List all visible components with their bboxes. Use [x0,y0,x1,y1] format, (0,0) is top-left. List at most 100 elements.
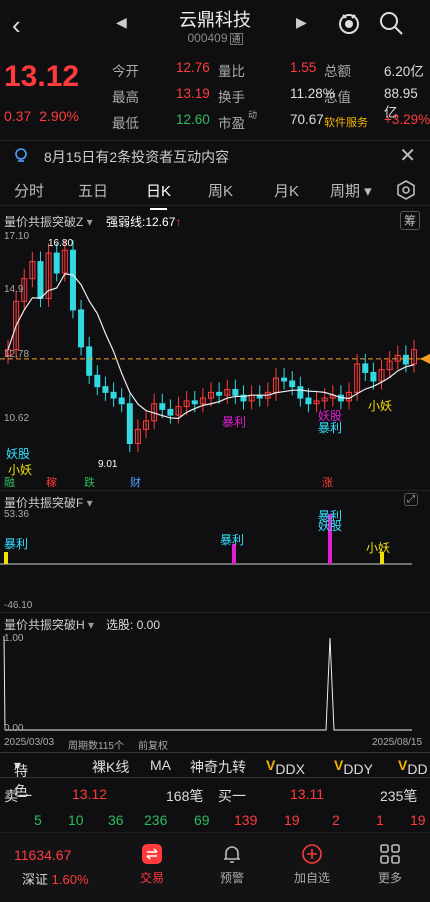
toolbar-ma[interactable]: MA [150,757,171,773]
candle-body [78,309,85,348]
f-indicator-chart: 暴利 暴利妖股暴利小妖 [0,509,412,565]
x-end-date: 2025/08/15 [372,737,423,748]
toolbar-feature[interactable]: 特色 ▾ [14,757,28,799]
y-low-label: 10.62 [4,413,30,424]
candle-body [53,252,60,274]
f-indicator-bar: 量价共振突破F ⤢ [0,490,430,510]
quote-label: 换手 [218,90,245,105]
buy1-price: 13.11 [290,786,324,802]
candle-body [370,371,377,382]
sell1-price: 13.12 [72,786,108,802]
main-indicator-select[interactable]: 量价共振突破Z [4,213,93,230]
candle-body [216,391,223,396]
lightbulb-icon [15,148,27,162]
tab-period[interactable]: 周期 ▾ [330,180,372,201]
trade-icon [142,844,162,864]
tab-fenshi[interactable]: 分时 [14,180,44,201]
queue-buy-1: 19 [284,812,300,828]
toolbar-nine-turn[interactable]: 神奇九转 [190,757,246,777]
quote-label: 市盈 [218,116,245,131]
search-icon[interactable] [378,10,404,36]
candle-body [402,354,409,365]
candle-body [191,400,198,405]
stock-code: 000409 通 [187,31,243,45]
f-signal-label: 暴利 [318,509,342,523]
quote-value: +3.29% [384,112,430,127]
interaction-notice[interactable]: 8月15日有2条投资者互动内容 ✕ [0,140,430,170]
tab-daily-k[interactable]: 日K [146,180,171,210]
quote-panel: 13.12 0.37 2.90% 今开 12.76 量比 1.55 总额 6.20亿 最高 13… [0,54,430,134]
toolbar-naked-k[interactable]: 裸K线 [92,757,129,777]
candle-body [118,397,125,405]
index-name[interactable]: 深证 1.60% [22,869,89,888]
nav-trade[interactable]: 交易 [122,839,182,886]
f-signal-bar [232,544,236,564]
y-mid-label: 14.9 [4,284,24,295]
buy1-vol: 235笔 [380,788,418,804]
queue-sell-2: 36 [108,812,124,828]
stock-title: 云鼎科技 [179,10,251,30]
h-y-bottom: 0.00 [4,723,24,734]
event-tag: 跌 [84,475,95,489]
bell-icon [224,846,240,863]
x-start-date: 2025/03/03 [4,737,55,748]
quote-value: 12.76 [176,60,210,75]
candle-body [69,249,76,311]
candle-body [94,374,101,388]
tong-badge: 通 [229,33,243,45]
tab-weekly-k[interactable]: 周K [208,180,233,201]
index-value[interactable]: 11634.67 [14,847,71,863]
candle-body [305,397,312,405]
quote-label: 最低 [112,116,139,131]
price-change: 0.37 2.90% [4,108,79,124]
pick-value: 选股: 0.00 [106,618,161,632]
nav-alert[interactable]: 预警 [202,839,262,886]
candle-body [167,408,174,416]
period-count: 周期数115个 [68,741,124,752]
nav-add-watchlist[interactable]: 加自选 [282,839,342,886]
tab-five-day[interactable]: 五日 [78,180,108,201]
candlestick-chart[interactable]: 妖股小妖暴利 妖股暴利小妖融稼跌财涨 [0,230,430,490]
queue-sell-3: 236 [144,812,168,828]
quote-label: 最高 [112,90,139,105]
f-signal-label: 暴利 [220,533,244,547]
h-signal-line [3,635,412,731]
f-signal-label: 暴利 [4,537,28,551]
quote-value: 1.55 [290,60,317,75]
settings-hex-icon[interactable] [396,180,416,200]
f-signal-bar [4,552,8,564]
period-tabs: 分时 五日 日K 周K 月K 周期 ▾ [0,172,430,210]
notice-text: 8月15日有2条投资者互动内容 [44,149,230,165]
chips-button[interactable]: 筹 [400,211,421,230]
toolbar-dd[interactable]: V DD [398,757,428,777]
next-stock-triangle-icon[interactable]: ▶ [296,14,307,31]
toolbar-ddx[interactable]: V DDX [266,757,305,777]
low-price-label: 9.01 [98,459,118,470]
f-signal-label: 小妖 [366,541,390,555]
orderbook-queue: 5 10 36 236 69 139 19 2 1 19 [0,812,430,832]
candle-body [289,380,296,388]
h-indicator-chart [3,635,412,731]
candle-body [102,386,109,393]
event-tag: 稼 [46,475,57,489]
queue-sell-1: 10 [68,812,84,828]
tab-monthly-k[interactable]: 月K [274,180,299,201]
signal-label: 小妖 [368,399,392,413]
high-price-label: 16.80 [48,238,74,249]
queue-buy-4: 19 [410,812,426,828]
bottom-nav: 11634.67 深证 1.60% 交易 预警 加自选 更多 [0,832,430,902]
queue-buy-0: 139 [234,812,258,828]
signal-label: 暴利 [318,421,342,435]
candle-body [126,403,133,445]
candle-body [297,386,304,399]
nav-more[interactable]: 更多 [360,839,420,886]
queue-buy-2: 2 [332,812,340,828]
robot-assistant-icon[interactable] [336,10,362,36]
close-icon[interactable]: ✕ [399,143,416,168]
expand-icon[interactable]: ⤢ [404,493,418,506]
candle-body [362,363,369,373]
h-indicator-select[interactable]: 量价共振突破H [4,616,94,633]
toolbar-ddy[interactable]: V DDY [334,757,373,777]
adjust-mode: 前复权 [138,741,168,752]
y-top-label: 17.10 [4,231,30,242]
